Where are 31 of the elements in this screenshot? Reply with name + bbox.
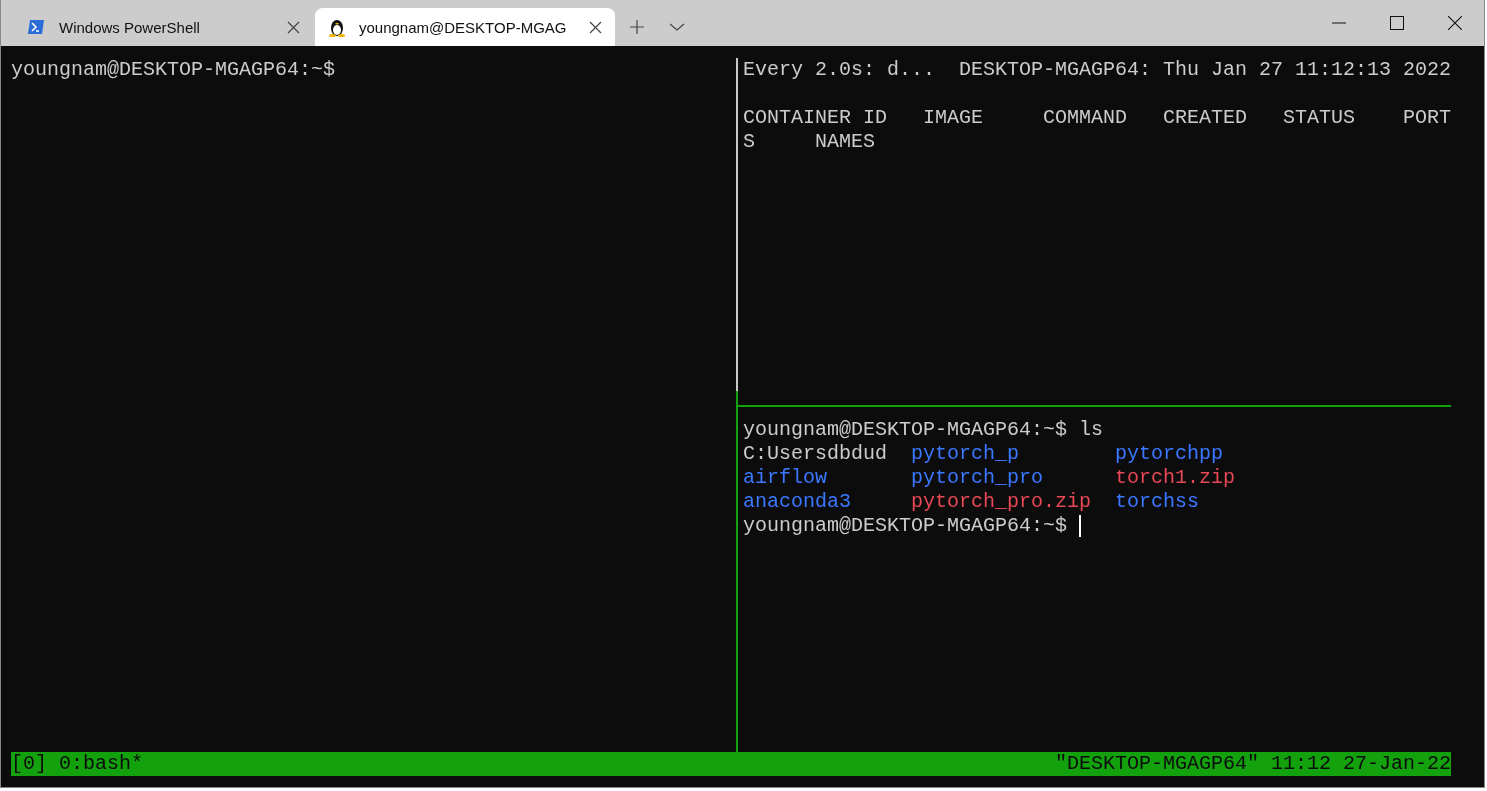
close-icon bbox=[588, 20, 602, 34]
terminal-line: S NAMES bbox=[743, 130, 877, 154]
terminal-icon bbox=[27, 19, 45, 35]
terminal-line: youngnam@DESKTOP-MGAGP64:~$ ls bbox=[743, 418, 1105, 442]
file-name: pytorch_pro.zip bbox=[911, 490, 1092, 514]
file-name: pytorch_p bbox=[911, 442, 1020, 466]
file-name: pytorchpp bbox=[1115, 442, 1224, 466]
host-clock: "DESKTOP-MGAGP64" 11:12 27-Jan-22 bbox=[1054, 752, 1451, 776]
watch-command: Every 2.0s: d... bbox=[743, 58, 936, 82]
text-cursor bbox=[1079, 515, 1082, 537]
terminal-line: youngnam@DESKTOP-MGAGP64:~$ bbox=[743, 514, 1068, 538]
file-name: anaconda3 bbox=[743, 490, 852, 514]
close-icon bbox=[1448, 16, 1462, 30]
file-name: C:Usersdbdud bbox=[743, 442, 888, 466]
file-name: torchss bbox=[1115, 490, 1199, 514]
file-name: airflow bbox=[743, 466, 827, 490]
close-tab-button[interactable] bbox=[285, 19, 301, 35]
minimize-icon bbox=[1332, 22, 1346, 24]
close-tab-button[interactable] bbox=[587, 19, 603, 35]
host-time: DESKTOP-MGAGP64: Thu Jan 27 11:12:13 2022 bbox=[958, 58, 1451, 82]
terminal-line: youngnam@DESKTOP-MGAGP64:~$ bbox=[11, 58, 337, 82]
terminal-line: CONTAINER ID IMAGE COMMAND CREATED STATUS PORT bbox=[743, 106, 1451, 130]
plus-icon bbox=[629, 19, 645, 35]
tab[interactable]: youngnam@DESKTOP-MGAG bbox=[315, 8, 615, 46]
file-name: torch1.zip bbox=[1115, 466, 1236, 490]
penguin-icon bbox=[329, 17, 345, 37]
maximize-icon bbox=[1390, 16, 1404, 30]
file-name: pytorch_pro bbox=[911, 466, 1044, 490]
close-icon bbox=[286, 20, 300, 34]
session-label: [0] 0:bash* bbox=[11, 752, 144, 776]
chevron-down-icon bbox=[669, 22, 685, 32]
